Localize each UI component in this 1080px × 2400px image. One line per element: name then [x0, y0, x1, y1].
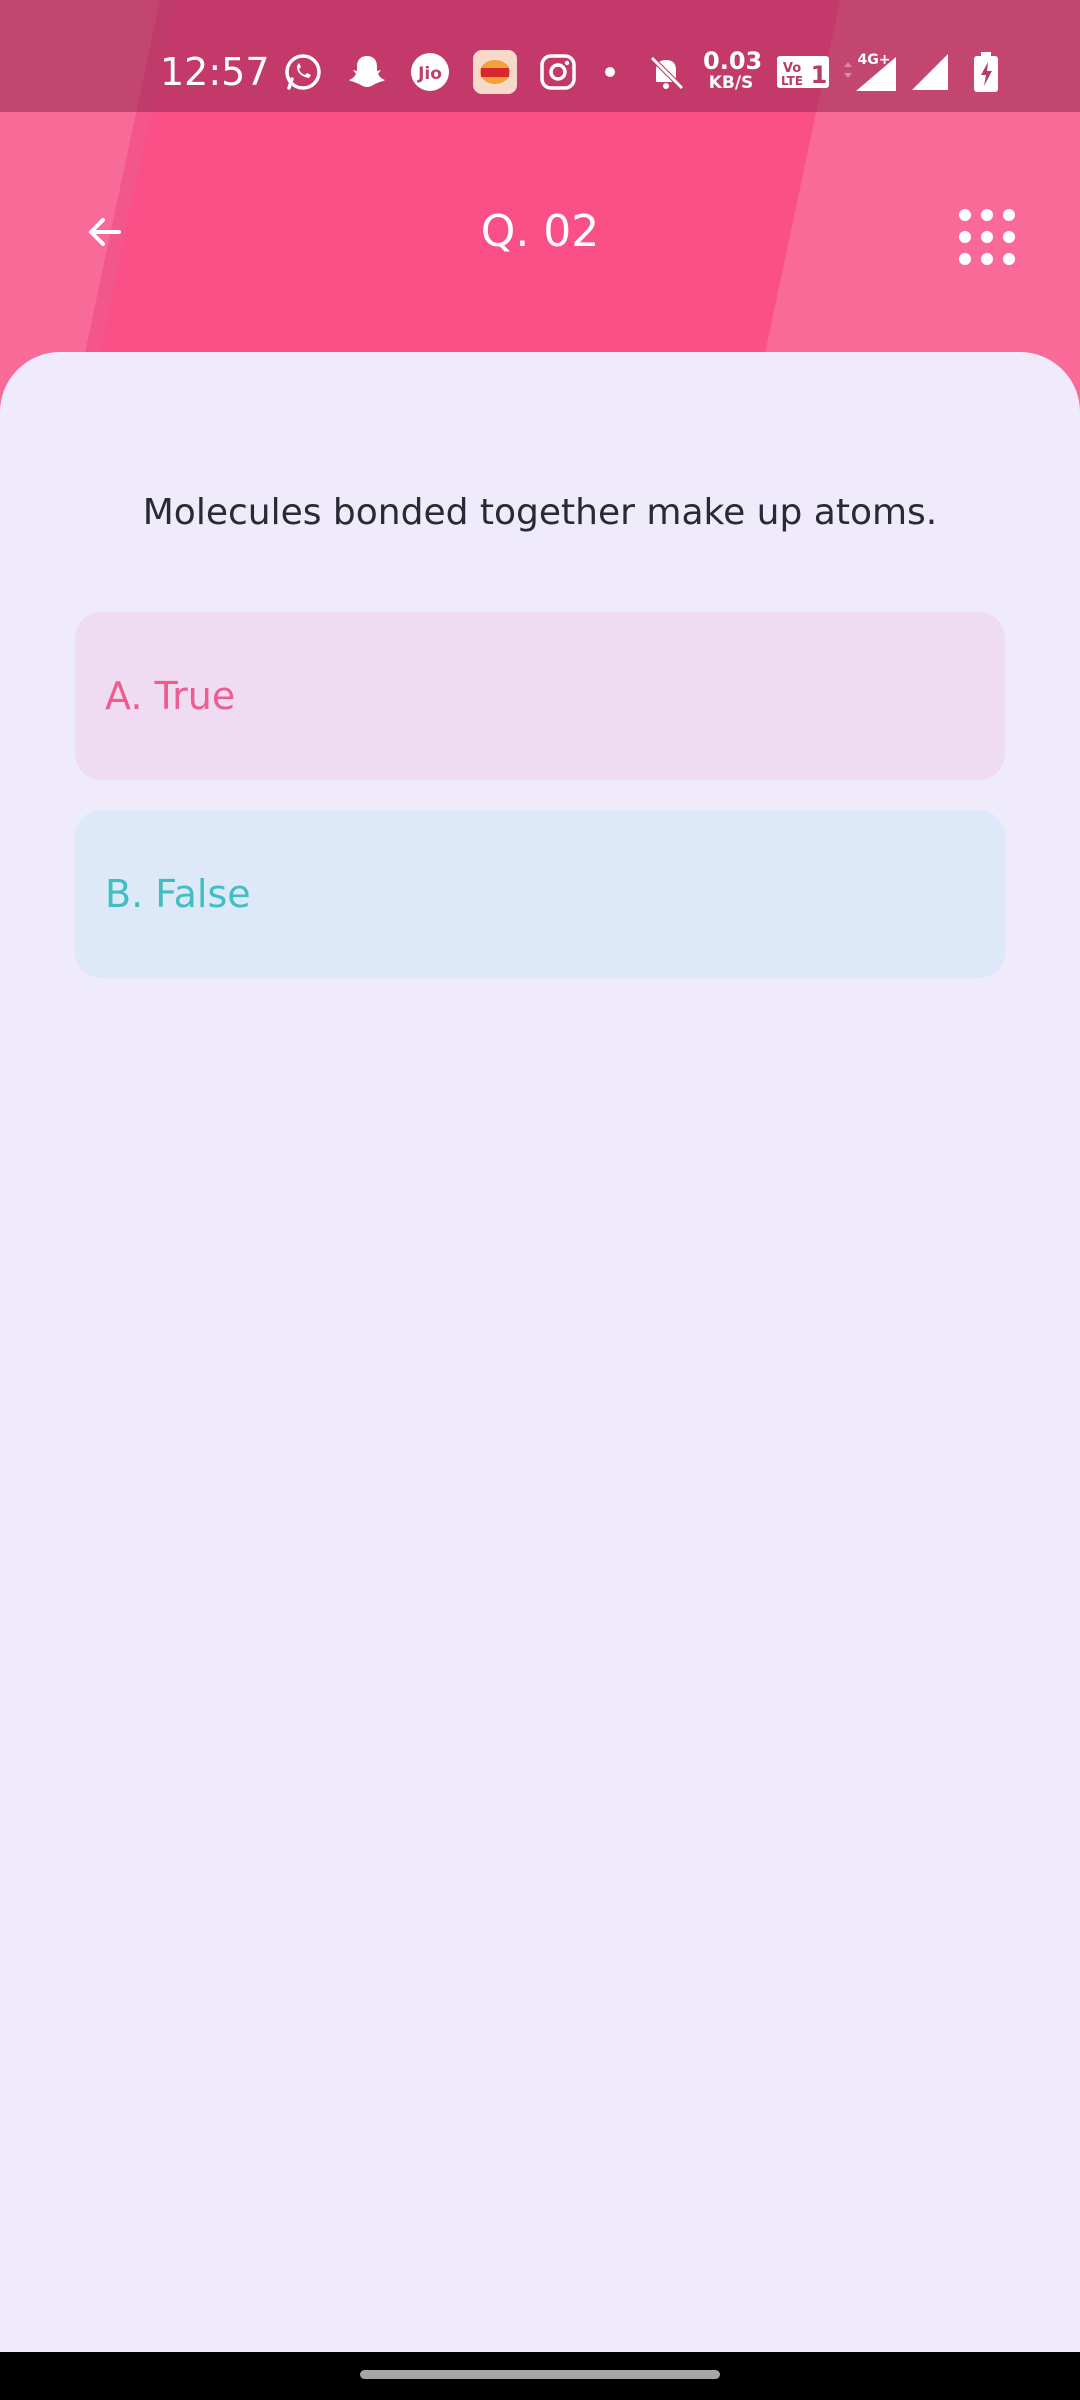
status-bar: 12:57 Jio 0.03 KB/S Vo LTE 1 4G+: [0, 0, 1080, 112]
status-time: 12:57: [160, 50, 270, 94]
back-button[interactable]: [78, 205, 132, 259]
question-text: Molecules bonded together make up atoms.: [142, 492, 938, 533]
arrow-left-icon: [89, 218, 121, 246]
page-title: Q. 02: [480, 206, 600, 257]
network-speed: 0.03 KB/S: [703, 47, 763, 94]
bell-muted-icon: [646, 52, 686, 92]
option-b[interactable]: B. False: [75, 810, 1005, 978]
signal-icon: [910, 52, 950, 92]
volte-icon: Vo LTE 1: [775, 52, 831, 92]
instagram-icon: [538, 52, 578, 92]
home-gesture-handle[interactable]: [360, 2370, 720, 2379]
question-grid-button[interactable]: [955, 205, 1019, 269]
burger-king-icon: [473, 50, 517, 94]
grid-dots-icon: [959, 209, 1015, 265]
svg-text:1: 1: [811, 61, 828, 89]
navigation-bar: [0, 2352, 1080, 2400]
svg-text:4G+: 4G+: [858, 52, 891, 68]
option-b-label: B. False: [105, 872, 251, 916]
network-speed-unit: KB/S: [708, 73, 754, 93]
network-speed-value: 0.03: [703, 47, 763, 75]
battery-charging-icon: [966, 52, 1006, 92]
signal-4g-icon: 4G+: [838, 52, 902, 92]
option-a-label: A. True: [105, 674, 236, 718]
svg-text:LTE: LTE: [781, 74, 803, 88]
jio-icon: Jio: [410, 52, 450, 92]
snapchat-icon: [347, 52, 387, 92]
option-a[interactable]: A. True: [75, 612, 1005, 780]
svg-text:Jio: Jio: [417, 64, 442, 84]
whatsapp-icon: [283, 52, 323, 92]
dot-icon: [590, 52, 630, 92]
